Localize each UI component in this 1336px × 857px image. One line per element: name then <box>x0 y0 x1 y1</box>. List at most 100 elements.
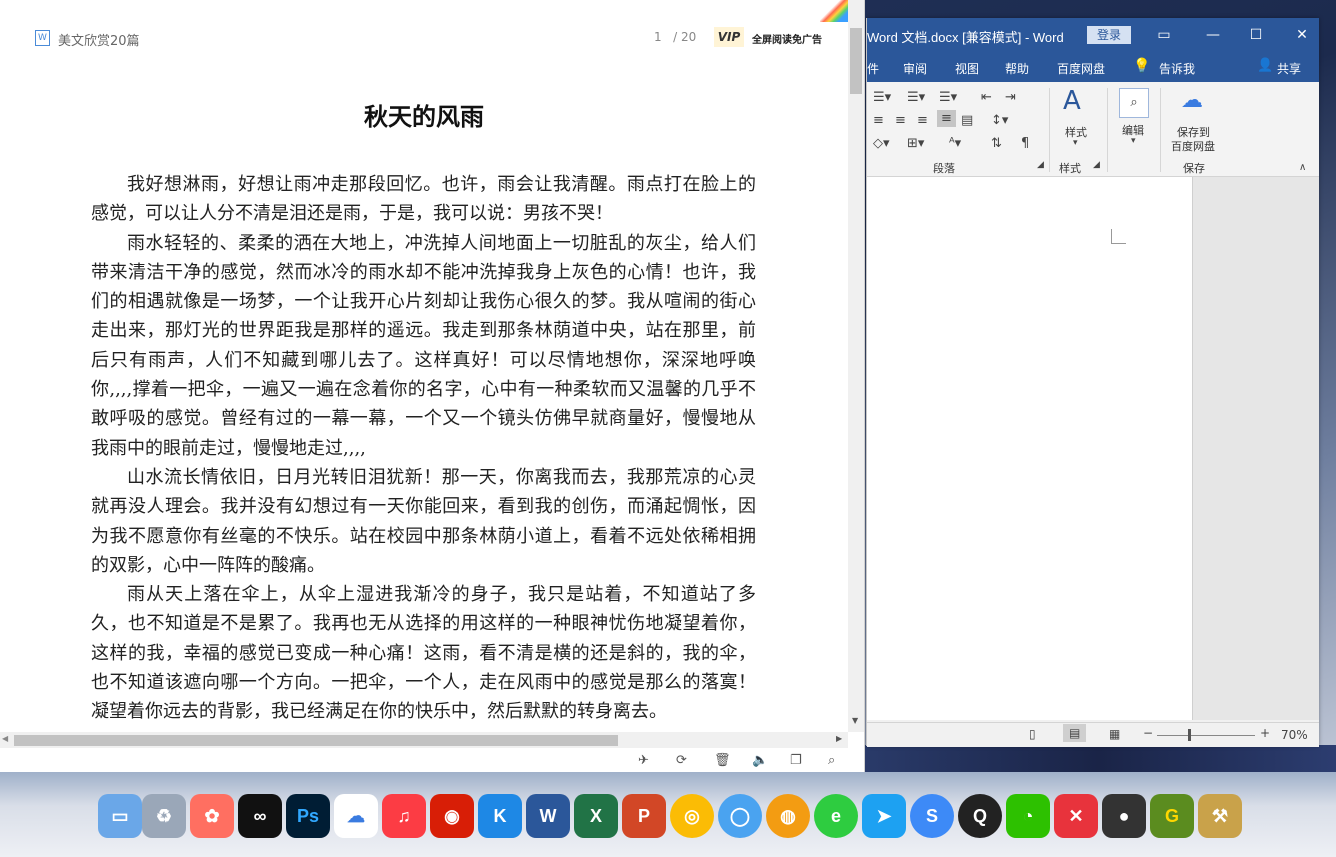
scroll-right-icon[interactable]: ▶ <box>836 734 842 743</box>
wechat-icon[interactable]: ◔ <box>1006 794 1050 838</box>
increase-indent-icon[interactable]: ⇥ <box>1005 90 1016 105</box>
xmind-icon[interactable]: ✕ <box>1054 794 1098 838</box>
music-icon[interactable]: ♫ <box>382 794 426 838</box>
refresh-icon[interactable]: ⟳ <box>676 753 687 768</box>
multilevel-list-icon[interactable]: ☰▾ <box>939 90 957 105</box>
scroll-down-icon[interactable]: ▼ <box>852 716 858 725</box>
maximize-icon[interactable]: ☐ <box>1245 24 1267 46</box>
vertical-scroll-thumb[interactable] <box>850 28 862 94</box>
trash-icon[interactable]: 🗑 <box>714 753 731 768</box>
greenshot-icon[interactable]: G <box>1150 794 1194 838</box>
share-button[interactable]: 共享 <box>1277 60 1301 77</box>
save-to-label-2[interactable]: 百度网盘 <box>1171 138 1215 154</box>
search-icon[interactable]: ⌕ <box>828 753 835 768</box>
document-name: 美文欣赏20篇 <box>58 34 140 49</box>
tab-view[interactable]: 视图 <box>955 60 979 77</box>
current-page[interactable]: 1 <box>654 30 662 44</box>
tab-baidu-netdisk[interactable]: 百度网盘 <box>1057 60 1105 77</box>
baidu-netdisk-dock-icon[interactable]: ☁ <box>334 794 378 838</box>
chinese-layout-icon[interactable]: ᴬ▾ <box>949 136 961 151</box>
document-page[interactable] <box>867 177 1193 720</box>
web-layout-icon[interactable]: ▦ <box>1109 727 1120 741</box>
minimize-icon[interactable]: — <box>1202 24 1224 46</box>
sogou-icon[interactable]: S <box>910 794 954 838</box>
align-right-icon[interactable]: ≡ <box>917 113 928 128</box>
zoom-out-icon[interactable]: − <box>1143 726 1153 740</box>
feishu-icon[interactable]: ➤ <box>862 794 906 838</box>
douyin-icon[interactable]: ∞ <box>238 794 282 838</box>
borders-icon[interactable]: ⊞▾ <box>907 136 924 151</box>
close-icon[interactable]: ✕ <box>1291 24 1313 46</box>
photos-icon[interactable]: ✿ <box>190 794 234 838</box>
read-mode-icon[interactable]: ▯ <box>1029 727 1036 741</box>
scroll-left-icon[interactable]: ◀ <box>2 734 8 743</box>
paragraph-dialog-launcher-icon[interactable]: ◢ <box>1037 160 1044 170</box>
sort-icon[interactable]: ⇅ <box>991 136 1002 151</box>
word-file-icon: W <box>35 30 50 46</box>
paragraph: 雨从天上落在伞上，从伞上湿进我渐冷的身子，我只是站着，不知道站了多久，也不知道是… <box>91 584 756 723</box>
recycle-bin-icon[interactable]: ♻ <box>142 794 186 838</box>
align-center-icon[interactable]: ≡ <box>895 113 906 128</box>
numbering-icon[interactable]: ☰▾ <box>907 90 925 105</box>
styles-icon[interactable]: A <box>1063 86 1081 116</box>
tools-icon[interactable]: ⚒ <box>1198 794 1242 838</box>
screen-recorder-icon[interactable]: ● <box>1102 794 1146 838</box>
login-button[interactable]: 登录 <box>1087 26 1131 44</box>
align-left-icon[interactable]: ≡ <box>873 113 884 128</box>
dock: ▭ ♻ ✿ ∞ Ps ☁ ♫ ◉ K W X P ◎ ◯ ◍ e ➤ S Q ◔… <box>0 772 1336 857</box>
horizontal-scrollbar[interactable]: ◀ ▶ <box>0 732 848 748</box>
edit-dropdown-icon[interactable]: ▾ <box>1131 136 1136 146</box>
decrease-indent-icon[interactable]: ⇤ <box>981 90 992 105</box>
vertical-scrollbar[interactable]: ▼ <box>848 0 864 732</box>
ie-icon[interactable]: e <box>814 794 858 838</box>
powerpoint-icon[interactable]: P <box>622 794 666 838</box>
qq-icon[interactable]: Q <box>958 794 1002 838</box>
kugou-icon[interactable]: K <box>478 794 522 838</box>
distributed-icon[interactable]: ▤ <box>961 113 973 128</box>
print-layout-icon[interactable]: ▤ <box>1063 724 1087 742</box>
bullets-icon[interactable]: ☰▾ <box>873 90 891 105</box>
justify-icon[interactable]: ≡ <box>937 110 956 127</box>
360-browser-icon[interactable]: ◍ <box>766 794 810 838</box>
vip-fullscreen-link[interactable]: 全屏阅读免广告 <box>752 31 822 46</box>
tab-file[interactable]: 件 <box>867 60 879 77</box>
chrome-icon[interactable]: ◎ <box>670 794 714 838</box>
reader-toolbar: ✈ ⟳ 🗑 🔈 ❐ ⌕ <box>0 748 864 772</box>
ribbon-display-icon[interactable]: ▭ <box>1153 24 1175 46</box>
zoom-slider[interactable] <box>1157 735 1255 736</box>
paragraph: 山水流长情依旧，日月光转旧泪犹新！那一天，你离我而去，我那荒凉的心灵就再没人理会… <box>91 466 756 576</box>
photoshop-icon[interactable]: Ps <box>286 794 330 838</box>
ribbon-separator <box>1160 88 1161 172</box>
shading-icon[interactable]: ◇▾ <box>873 136 890 151</box>
tab-help[interactable]: 帮助 <box>1005 60 1029 77</box>
zoom-level[interactable]: 70% <box>1281 728 1308 742</box>
baidu-netdisk-icon[interactable]: ☁ <box>1181 88 1203 113</box>
line-spacing-icon[interactable]: ↕▾ <box>991 113 1008 128</box>
lightbulb-icon: 💡 <box>1133 58 1151 74</box>
tab-review[interactable]: 审阅 <box>903 60 927 77</box>
zoom-slider-thumb[interactable] <box>1188 729 1191 741</box>
collapse-ribbon-icon[interactable]: ∧ <box>1299 162 1306 173</box>
tell-me-search[interactable]: 告诉我 <box>1159 60 1195 77</box>
paragraph: 我好想淋雨，好想让雨冲走那段回忆。也许，雨会让我清醒。雨点打在脸上的感觉，可以让… <box>91 174 756 225</box>
article-title: 秋天的风雨 <box>364 103 484 131</box>
browser-icon[interactable]: ◯ <box>718 794 762 838</box>
styles-dropdown-icon[interactable]: ▾ <box>1073 138 1078 148</box>
find-search-icon[interactable]: ⌕ <box>1119 88 1149 118</box>
word-icon[interactable]: W <box>526 794 570 838</box>
word-title-bar: Word 文档.docx [兼容模式] - Word 登录 ▭ — ☐ ✕ <box>867 18 1319 52</box>
word-window-title: Word 文档.docx [兼容模式] - Word <box>867 30 1064 45</box>
excel-icon[interactable]: X <box>574 794 618 838</box>
zoom-in-icon[interactable]: + <box>1260 726 1270 740</box>
show-marks-icon[interactable]: ¶ <box>1021 136 1029 151</box>
vip-badge[interactable]: VIP <box>714 27 744 47</box>
speaker-icon[interactable]: 🔈 <box>752 753 768 768</box>
article-body: 我好想淋雨，好想让雨冲走那段回忆。也许，雨会让我清醒。雨点打在脸上的感觉，可以让… <box>91 170 756 726</box>
horizontal-scroll-thumb[interactable] <box>14 735 618 746</box>
rocket-icon[interactable]: ✈ <box>638 753 649 768</box>
document-canvas[interactable] <box>867 177 1319 720</box>
netease-music-icon[interactable]: ◉ <box>430 794 474 838</box>
styles-dialog-launcher-icon[interactable]: ◢ <box>1093 160 1100 170</box>
copy-icon[interactable]: ❐ <box>790 753 802 768</box>
computer-icon[interactable]: ▭ <box>98 794 142 838</box>
